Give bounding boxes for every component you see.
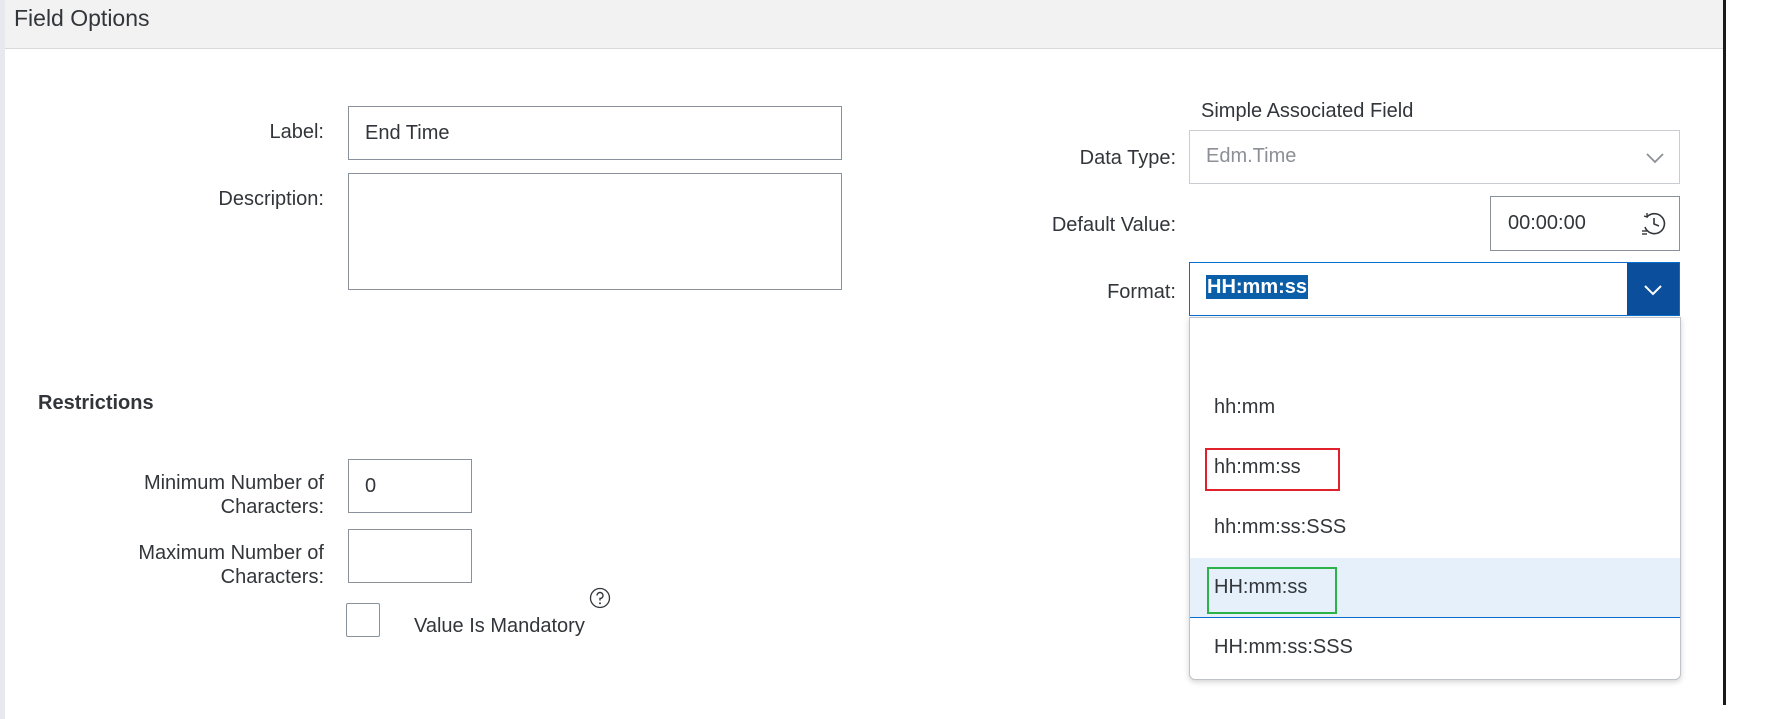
label-input[interactable]: End Time (348, 106, 842, 160)
chevron-down-icon (1644, 285, 1662, 296)
min-characters-value: 0 (365, 474, 377, 497)
format-option-hh-mm[interactable]: hh:mm (1190, 378, 1680, 438)
highlight-box-red (1205, 448, 1340, 491)
highlight-box-green (1207, 567, 1337, 614)
min-characters-label-line2: Characters: (220, 496, 324, 518)
data-type-value: Edm.Time (1206, 145, 1297, 167)
default-value-text: 00:00:00 (1508, 212, 1586, 234)
min-characters-label-line1: Minimum Number of (143, 472, 324, 494)
label-input-value: End Time (365, 121, 450, 144)
associated-field-heading: Simple Associated Field (1201, 100, 1414, 122)
min-characters-label: Minimum Number of Characters: (100, 471, 324, 519)
format-dropdown-list: hh:mm hh:mm:ss hh:mm:ss:SSS HH:mm:ss HH:… (1189, 317, 1681, 680)
max-characters-label-line2: Characters: (220, 566, 324, 588)
format-option-label: hh:mm (1214, 396, 1276, 418)
format-option-label: HH:mm:ss:SSS (1214, 636, 1353, 658)
dialog-title: Field Options (14, 5, 150, 31)
max-characters-label-line1: Maximum Number of (138, 542, 324, 564)
left-border (0, 0, 5, 719)
format-option-hh-mm-ss-sss[interactable]: hh:mm:ss:SSS (1190, 498, 1680, 558)
chevron-down-icon (1646, 153, 1664, 164)
format-option-empty[interactable] (1190, 318, 1680, 378)
description-textarea[interactable] (348, 173, 842, 290)
help-icon[interactable] (589, 587, 611, 609)
mandatory-checkbox[interactable] (346, 603, 380, 637)
format-selected-text: HH:mm:ss (1206, 275, 1309, 299)
min-characters-input[interactable]: 0 (348, 459, 472, 513)
time-picker-icon[interactable] (1641, 211, 1667, 237)
format-combobox[interactable]: HH:mm:ss (1189, 262, 1680, 316)
format-option-HH-mm-ss-SSS[interactable]: HH:mm:ss:SSS (1190, 618, 1680, 678)
max-characters-input[interactable] (348, 529, 472, 583)
mandatory-label: Value Is Mandatory (414, 615, 585, 637)
description-field-label: Description: (218, 188, 324, 210)
restrictions-title: Restrictions (38, 392, 154, 414)
label-field-label: Label: (269, 121, 325, 143)
default-value-time-input[interactable]: 00:00:00 (1490, 196, 1680, 251)
right-border (1723, 0, 1726, 705)
max-characters-label: Maximum Number of Characters: (100, 541, 324, 589)
dialog-header: Field Options (5, 0, 1723, 49)
format-option-label: hh:mm:ss:SSS (1214, 516, 1347, 538)
data-type-label: Data Type: (1079, 147, 1176, 169)
format-label: Format: (1107, 281, 1176, 303)
default-value-label: Default Value: (1051, 214, 1176, 236)
format-dropdown-button[interactable] (1627, 263, 1679, 315)
data-type-select: Edm.Time (1189, 130, 1680, 184)
